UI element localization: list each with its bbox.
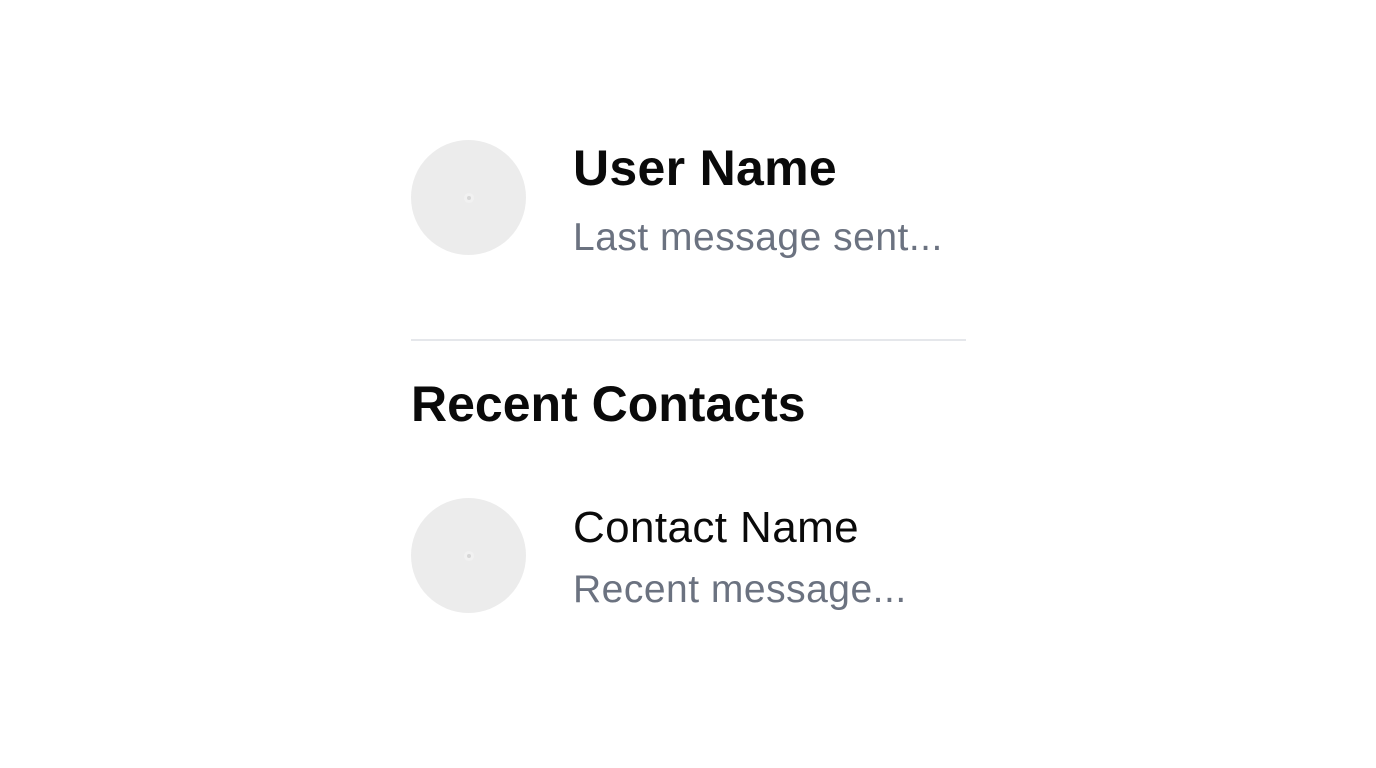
- user-last-message: Last message sent...: [573, 216, 943, 259]
- user-name: User Name: [573, 140, 837, 196]
- user-avatar[interactable]: [411, 140, 526, 255]
- current-user-row[interactable]: User Name Last message sent...: [411, 140, 966, 257]
- contact-recent-message: Recent message...: [573, 568, 907, 611]
- user-text: User Name Last message sent...: [573, 140, 943, 257]
- section-divider: [411, 339, 966, 341]
- conversation-panel: User Name Last message sent... Recent Co…: [411, 140, 966, 613]
- contact-list-item[interactable]: Contact Name Recent message...: [411, 498, 966, 613]
- avatar-placeholder-icon: [466, 553, 471, 558]
- contact-avatar[interactable]: [411, 498, 526, 613]
- avatar-placeholder-icon: [466, 195, 471, 200]
- recent-contacts-heading: Recent Contacts: [411, 376, 806, 432]
- contact-name: Contact Name: [573, 503, 860, 552]
- contact-text: Contact Name Recent message...: [573, 498, 907, 611]
